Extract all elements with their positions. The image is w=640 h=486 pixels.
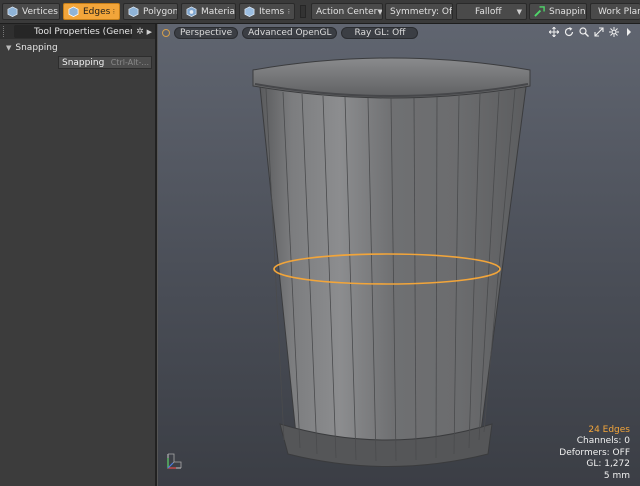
vertices-mode-button[interactable]: Vertices bbox=[2, 3, 60, 20]
snap-icon bbox=[534, 6, 545, 17]
caret-down-icon: ▼ bbox=[516, 7, 522, 16]
gl-readout: GL: 1,272 bbox=[586, 459, 630, 469]
panel-header: Tool Properties (General) ✲ ▶ bbox=[0, 24, 155, 39]
symmetry-dropdown[interactable]: Symmetry: Off ▼ bbox=[385, 3, 453, 20]
dots-icon: ⁝ bbox=[112, 7, 115, 16]
cube-icon bbox=[128, 6, 139, 17]
items-mode-button[interactable]: Items ⁝ bbox=[239, 3, 295, 20]
snapping-field-label: Snapping bbox=[62, 57, 105, 68]
tool-properties-tab[interactable]: Tool Properties (General) bbox=[14, 25, 132, 38]
expand-triangle-icon: ▼ bbox=[6, 43, 12, 52]
cube-icon bbox=[7, 6, 18, 17]
rotate-icon[interactable] bbox=[564, 27, 574, 37]
raygl-button[interactable]: Ray GL: Off bbox=[341, 27, 419, 39]
perspective-view-button[interactable]: Perspective bbox=[174, 27, 239, 39]
tool-properties-panel: Tool Properties (General) ✲ ▶ ▼ Snapping… bbox=[0, 24, 157, 486]
deformers-readout: Deformers: OFF bbox=[559, 447, 630, 458]
channels-readout: Channels: 0 bbox=[576, 436, 630, 446]
cup-mesh bbox=[252, 57, 531, 467]
edges-mode-button[interactable]: Edges ⁝ bbox=[63, 3, 120, 20]
panel-grip-handle[interactable] bbox=[3, 26, 10, 37]
chevron-right-icon[interactable] bbox=[624, 27, 634, 37]
symmetry-label: Symmetry: Off bbox=[390, 6, 453, 17]
falloff-label: Falloff bbox=[475, 6, 502, 17]
maximize-icon[interactable] bbox=[594, 27, 604, 37]
zoom-icon[interactable] bbox=[579, 27, 589, 37]
material-icon bbox=[186, 6, 197, 17]
snapping-section-label: Snapping bbox=[15, 42, 58, 53]
viewport-menu-icon[interactable] bbox=[162, 29, 170, 37]
action-center-dropdown[interactable]: Action Center ▼ bbox=[311, 3, 383, 20]
raygl-label: Ray GL: Off bbox=[354, 28, 406, 38]
renderer-label: Advanced OpenGL bbox=[248, 28, 332, 38]
work-plane-button[interactable]: Work Plane bbox=[590, 3, 640, 20]
move-icon[interactable] bbox=[549, 27, 559, 37]
selection-count: 24 Edges bbox=[588, 424, 630, 435]
polygons-label: Polygons bbox=[143, 6, 178, 17]
axis-gizmo bbox=[167, 453, 182, 469]
snapping-toggle-field[interactable]: Snapping Ctrl-Alt-... bbox=[58, 56, 152, 69]
main-toolbar: Vertices Edges ⁝ Polygons Materials Item… bbox=[0, 0, 640, 24]
settings-icon[interactable] bbox=[609, 27, 619, 37]
vertices-label: Vertices bbox=[22, 6, 58, 17]
polygons-mode-button[interactable]: Polygons bbox=[123, 3, 178, 20]
viewport-tools bbox=[549, 27, 634, 37]
grid-scale-readout: 5 mm bbox=[603, 470, 630, 481]
perspective-label: Perspective bbox=[180, 28, 233, 38]
cup-rim[interactable] bbox=[252, 57, 531, 99]
3d-viewport[interactable]: Perspective Advanced OpenGL Ray GL: Off … bbox=[157, 24, 640, 486]
toolbar-separator bbox=[300, 5, 306, 18]
dots-icon: ⁝ bbox=[287, 7, 290, 16]
item-icon bbox=[244, 6, 255, 17]
tool-properties-tab-label: Tool Properties (General) bbox=[34, 26, 132, 37]
snapping-section-header[interactable]: ▼ Snapping bbox=[0, 41, 155, 54]
gear-icon[interactable]: ✲ bbox=[136, 27, 144, 37]
items-label: Items bbox=[259, 6, 285, 17]
snapping-button[interactable]: Snapping bbox=[529, 3, 587, 20]
materials-mode-button[interactable]: Materials bbox=[181, 3, 236, 20]
renderer-button[interactable]: Advanced OpenGL bbox=[242, 27, 338, 39]
cube-icon bbox=[68, 6, 79, 17]
action-center-label: Action Center bbox=[316, 6, 378, 17]
work-plane-label: Work Plane bbox=[598, 6, 640, 17]
viewport-info-overlay: 24 Edges Channels: 0 Deformers: OFF GL: … bbox=[559, 425, 630, 483]
snapping-label: Snapping bbox=[549, 6, 586, 17]
edges-label: Edges bbox=[83, 6, 111, 17]
caret-down-icon: ▼ bbox=[377, 7, 383, 16]
snapping-shortcut-hint: Ctrl-Alt-... bbox=[110, 58, 149, 67]
chevron-right-icon[interactable]: ▶ bbox=[147, 28, 152, 36]
materials-label: Materials bbox=[201, 6, 236, 17]
falloff-dropdown[interactable]: Falloff ▼ bbox=[456, 3, 527, 20]
